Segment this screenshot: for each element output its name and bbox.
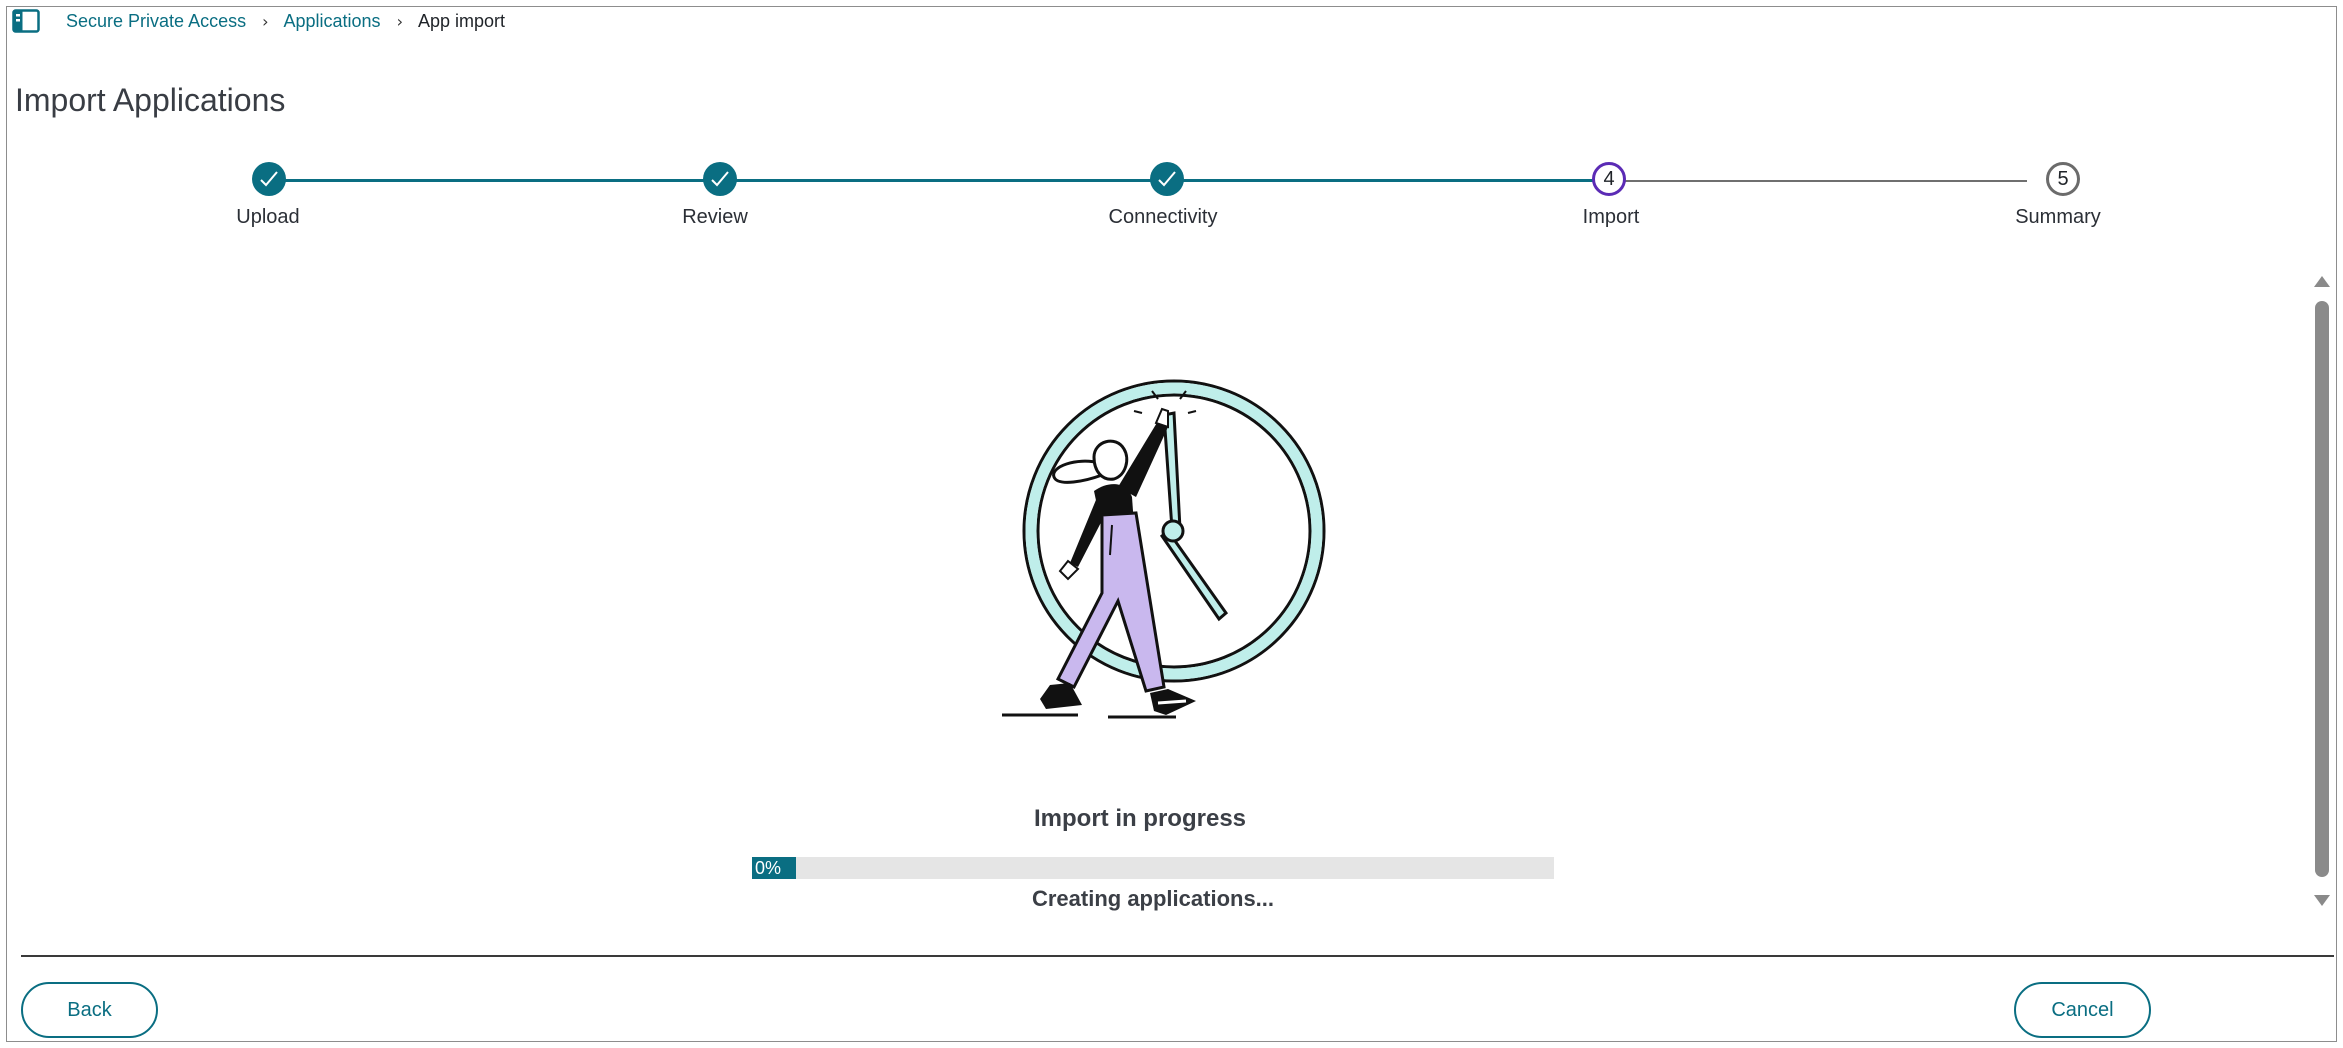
checkmark-icon	[252, 162, 286, 196]
page-title: Import Applications	[15, 82, 286, 118]
scroll-up-arrow-icon[interactable]	[2314, 276, 2330, 287]
breadcrumb-chevron-icon: ›	[396, 11, 403, 31]
cancel-button[interactable]: Cancel	[2014, 982, 2151, 1038]
breadcrumb-secure-private-access[interactable]: Secure Private Access	[66, 9, 246, 33]
breadcrumb-chevron-icon: ›	[262, 11, 269, 31]
stepper-remaining-line	[1613, 180, 2027, 182]
import-status-message: Creating applications...	[1031, 886, 1275, 911]
step-number-import: 4	[1592, 162, 1626, 196]
footer-divider	[21, 955, 2334, 957]
stepper-progress-line	[274, 179, 1596, 182]
import-progress-bar: 0%	[752, 857, 1554, 879]
content-scrollbar[interactable]	[2312, 274, 2332, 906]
breadcrumb: Secure Private Access › Applications › A…	[12, 6, 505, 36]
wizard-stepper: Upload Review Connectivity 4 Import 5 Su…	[0, 160, 2343, 240]
import-status-title: Import in progress	[1033, 805, 1247, 832]
high-five-clock-illustration	[1002, 379, 1326, 719]
step-label-connectivity: Connectivity	[1108, 206, 1218, 228]
step-label-import: Import	[1582, 206, 1640, 228]
back-button[interactable]: Back	[21, 982, 158, 1038]
step-label-review: Review	[682, 206, 748, 228]
checkmark-icon	[1150, 162, 1184, 196]
step-label-upload: Upload	[236, 206, 300, 228]
sidebar-toggle-icon[interactable]	[12, 9, 40, 33]
breadcrumb-applications[interactable]: Applications	[284, 9, 381, 33]
scroll-down-arrow-icon[interactable]	[2314, 895, 2330, 906]
step-label-summary: Summary	[2015, 206, 2101, 228]
step-number-summary: 5	[2046, 162, 2080, 196]
import-progress-fill: 0%	[752, 857, 796, 879]
scroll-thumb[interactable]	[2315, 301, 2329, 877]
breadcrumb-app-import: App import	[417, 11, 506, 31]
checkmark-icon	[703, 162, 737, 196]
